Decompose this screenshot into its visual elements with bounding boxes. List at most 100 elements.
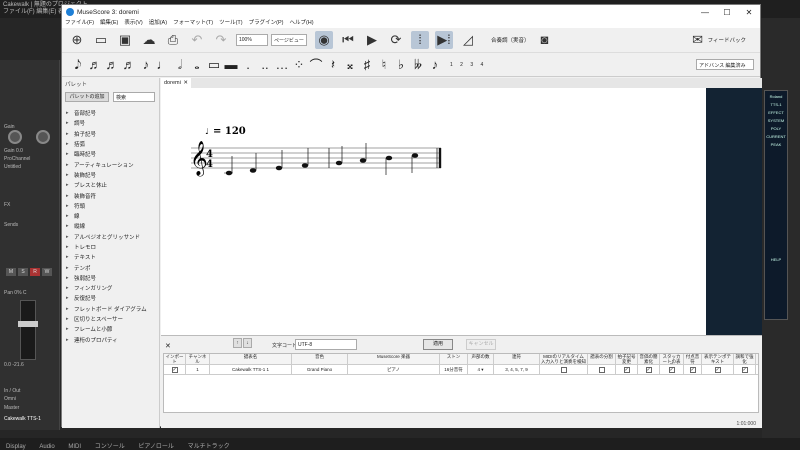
zoom-select[interactable]: 100% [236, 34, 268, 46]
palette-item[interactable]: ▸ 拍子記号 [66, 129, 159, 139]
note[interactable] [411, 153, 419, 158]
close-icon[interactable]: ✕ [165, 342, 171, 350]
plugin-effect-button[interactable]: EFFECT [765, 110, 787, 115]
print-icon[interactable]: ⎙ [164, 31, 182, 49]
palette-item[interactable]: ▸ テキスト [66, 252, 159, 262]
note[interactable] [275, 165, 283, 171]
palette-item[interactable]: ▸ フレットボード ダイアグラム [66, 304, 159, 314]
palette-item[interactable]: ▸ テンポ [66, 262, 159, 272]
score-tab[interactable]: doremi ✕ [161, 78, 191, 88]
menu-help[interactable]: ヘルプ(H) [289, 19, 313, 28]
metronome-icon[interactable]: ◿ [459, 31, 477, 49]
redo-icon[interactable]: ↷ [212, 31, 230, 49]
menu-edit[interactable]: 編集(E) [100, 19, 118, 28]
note[interactable] [301, 163, 309, 168]
double-dot-icon[interactable]: .. [257, 57, 273, 72]
tab-audio[interactable]: Audio [33, 441, 60, 450]
note-input-icon[interactable]: ◉ [315, 31, 333, 49]
staccato-checkbox[interactable]: ✓ [668, 366, 675, 373]
import-checkbox[interactable]: ✓ [171, 366, 178, 373]
voices-cell[interactable]: 4 ▾ [468, 365, 494, 374]
note[interactable] [385, 155, 393, 161]
8th-note-icon[interactable]: ♪ [138, 57, 154, 72]
palette-item[interactable]: ▸ 反復記号 [66, 293, 159, 303]
note[interactable] [225, 170, 233, 176]
menu-view[interactable]: 表示(V) [124, 19, 142, 28]
loop-out-icon[interactable]: ▶⁞ [435, 31, 453, 49]
close-button[interactable]: ✕ [738, 8, 760, 17]
voice-selector[interactable]: 1 2 3 4 [450, 62, 486, 68]
palette-item[interactable]: ▸ 連桁のプロパティ [66, 335, 159, 345]
palette-item[interactable]: ▸ 調号 [66, 118, 159, 128]
tuplets-cell[interactable]: 3, 4, 5, 7, 9 [494, 365, 540, 374]
longa-icon[interactable]: ▬ [223, 57, 239, 72]
plugin-help-button[interactable]: HELP [765, 257, 787, 262]
loop-in-icon[interactable]: ⁞ [411, 31, 429, 49]
quad-dot-icon[interactable]: ⁘ [291, 57, 307, 73]
half-note-icon[interactable]: 𝅗𝅥 [172, 57, 188, 73]
palette-item[interactable]: ▸ アーティキュレーション [66, 159, 159, 169]
palette-item[interactable]: ▸ 符頭 [66, 201, 159, 211]
loop-icon[interactable]: ⟳ [387, 31, 405, 49]
palette-item[interactable]: ▸ 縦線 [66, 221, 159, 231]
double-sharp-icon[interactable]: 𝄪 [342, 57, 358, 73]
gain-knob-2[interactable] [36, 130, 50, 144]
tab-console[interactable]: コンソール [89, 438, 131, 450]
sharp-icon[interactable]: ♯ [359, 57, 375, 72]
palette-item[interactable]: ▸ 強弱記号 [66, 273, 159, 283]
palette-item[interactable]: ▸ 線 [66, 211, 159, 221]
flip-direction-icon[interactable]: ♪ [427, 57, 443, 72]
solo-button[interactable]: S [18, 268, 28, 276]
triple-dot-icon[interactable]: … [274, 57, 290, 72]
apply-button[interactable]: 適用 [423, 339, 453, 350]
tab-display[interactable]: Display [0, 441, 32, 450]
camera-icon[interactable]: ◙ [536, 31, 554, 49]
split-staff-checkbox[interactable] [598, 366, 605, 373]
64th-note-icon[interactable]: ♬ [87, 57, 103, 72]
volume-fader[interactable] [18, 300, 38, 360]
cloud-upload-icon[interactable]: ☁ [140, 31, 158, 49]
double-flat-icon[interactable]: 𝄫 [410, 57, 426, 73]
palette-search-input[interactable]: 検索 [113, 92, 155, 102]
save-icon[interactable]: ▣ [116, 31, 134, 49]
charset-select[interactable]: UTF-8 [295, 339, 357, 350]
dotted-checkbox[interactable]: ✓ [689, 366, 696, 373]
palette-item[interactable]: ▸ 区切りとスペーサー [66, 314, 159, 324]
rest-icon[interactable]: 𝄽 [325, 57, 341, 73]
write-button[interactable]: W [42, 268, 52, 276]
move-up-icon[interactable]: ↑ [233, 338, 242, 348]
flat-icon[interactable]: ♭ [393, 57, 409, 73]
minimize-button[interactable]: — [694, 8, 716, 17]
whole-note-icon[interactable]: 𝅝 [189, 57, 205, 73]
quantize-cell[interactable]: 16分音符 [440, 365, 468, 374]
32nd-note-icon[interactable]: ♬ [104, 57, 120, 72]
palette-item[interactable]: ▸ 装飾記号 [66, 170, 159, 180]
16th-note-icon[interactable]: ♬ [121, 57, 137, 72]
table-row[interactable]: ✓ 1 Cakewalk TTS-1 1 Grand Piano ピアノ 16分… [164, 365, 758, 375]
tab-pianoroll[interactable]: ピアノロール [132, 438, 179, 450]
human-performance-checkbox[interactable] [560, 366, 567, 373]
new-score-icon[interactable]: ⊕ [68, 31, 86, 49]
cancel-button[interactable]: キャンセル [466, 339, 496, 350]
open-folder-icon[interactable]: ▭ [92, 31, 110, 49]
tab-multitrack[interactable]: マルチトラック [182, 438, 236, 450]
palette-item[interactable]: ▸ アルペジオとグリッサンド [66, 232, 159, 242]
rewind-icon[interactable]: ⏮ [339, 31, 357, 49]
menu-format[interactable]: フォーマット(T) [173, 19, 213, 28]
palette-item[interactable]: ▸ 音部記号 [66, 108, 159, 118]
output-master[interactable]: Master [4, 405, 19, 411]
workspace-select[interactable]: アドバンス 編集済み [696, 59, 754, 70]
note[interactable] [249, 168, 257, 173]
record-button[interactable]: R [30, 268, 40, 276]
maximize-button[interactable]: ☐ [716, 8, 738, 17]
natural-icon[interactable]: ♮ [376, 57, 392, 73]
fader-cap[interactable] [18, 321, 38, 327]
score-canvas[interactable]: 𝄞 4 4 ♩ = 120 [161, 88, 706, 335]
menu-plugins[interactable]: プラグイン(P) [249, 19, 284, 28]
time-sig-checkbox[interactable]: ✓ [623, 366, 630, 373]
quarter-note-icon[interactable]: ♩ [155, 57, 171, 72]
breve-icon[interactable]: ▭ [206, 57, 222, 73]
note[interactable] [335, 160, 343, 166]
move-down-icon[interactable]: ↓ [243, 338, 252, 348]
menu-file[interactable]: ファイル(F) [65, 19, 94, 28]
